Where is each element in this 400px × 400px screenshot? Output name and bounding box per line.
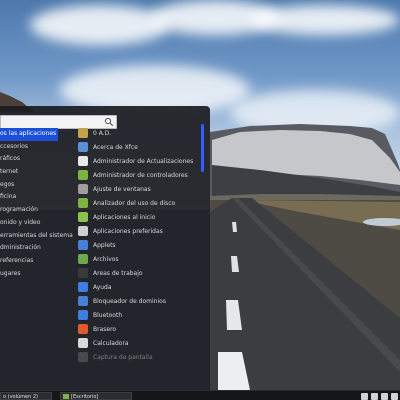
category-label: egos <box>0 180 15 188</box>
app-item[interactable]: Administrador de Actualizaciones <box>78 154 196 168</box>
task-label: [Escritorio] <box>71 394 99 400</box>
category-item[interactable]: ráficos <box>0 153 76 166</box>
app-label: Ayuda <box>93 283 112 291</box>
category-item[interactable]: ficina <box>0 191 76 204</box>
app-label: Captura de pantalla <box>93 353 153 361</box>
folder-icon <box>63 393 69 399</box>
driver-icon <box>78 170 88 180</box>
category-item[interactable]: dministración <box>0 242 76 255</box>
app-label: Administrador de Actualizaciones <box>93 157 194 165</box>
applets-icon <box>78 240 88 250</box>
volume-icon[interactable] <box>371 392 378 400</box>
app-label: Aplicaciones preferidas <box>93 227 163 235</box>
category-item[interactable]: os las aplicaciones <box>0 128 58 141</box>
app-item[interactable]: Acerca de Xfce <box>78 140 196 154</box>
category-label: referencias <box>0 256 34 264</box>
app-label: Calculadora <box>93 339 129 347</box>
category-label: dministración <box>0 244 41 252</box>
taskbar-button-desktop[interactable]: [Escritorio] <box>60 392 132 400</box>
workspaces-icon <box>78 268 88 278</box>
taskbar-button-volume[interactable]: o (volúmen 2) <box>0 392 52 400</box>
category-item[interactable]: egos <box>0 179 76 192</box>
category-item[interactable]: ccesorios <box>0 141 76 154</box>
category-label: ráficos <box>0 155 21 163</box>
application-menu: os las aplicaciones ccesorios ráficos terne… <box>0 106 210 390</box>
category-label: ficina <box>0 193 17 201</box>
task-label: o (volúmen 2) <box>3 394 39 400</box>
category-item[interactable]: referencias <box>0 255 76 268</box>
app-item[interactable]: Archivos <box>78 252 196 266</box>
system-tray <box>361 392 398 400</box>
app-label: Ajuste de ventanas <box>93 185 151 193</box>
category-item[interactable]: erramientas del sistema <box>0 230 76 243</box>
app-label: Brasero <box>93 325 117 333</box>
disk-usage-icon <box>78 198 88 208</box>
category-label: os las aplicaciones <box>0 130 57 137</box>
category-item[interactable]: onido y vídeo <box>0 217 76 230</box>
bottom-panel: o (volúmen 2) [Escritorio] <box>0 390 400 400</box>
app-item[interactable]: 0 A.D. <box>78 126 196 140</box>
scrollbar-thumb[interactable] <box>201 124 204 172</box>
app-label: Bloqueador de dominios <box>93 297 166 305</box>
category-item[interactable]: rogramación <box>0 204 76 217</box>
help-icon <box>78 282 88 292</box>
app-item[interactable]: Applets <box>78 238 196 252</box>
application-list: 0 A.D. Acerca de Xfce Administrador de Act… <box>78 126 196 364</box>
files-icon <box>78 254 88 264</box>
app-item[interactable]: Ayuda <box>78 280 196 294</box>
app-item[interactable]: Analizador del uso de disco <box>78 196 196 210</box>
xfce-about-icon <box>78 142 88 152</box>
app-label: Aplicaciones al inicio <box>93 213 156 221</box>
window-tweaks-icon <box>78 184 88 194</box>
bluetooth-icon <box>78 310 88 320</box>
app-label: Applets <box>93 241 116 249</box>
category-label: ternet <box>0 168 19 176</box>
app-item[interactable]: Captura de pantalla <box>78 350 196 364</box>
startup-apps-icon <box>78 212 88 222</box>
app-item[interactable]: Aplicaciones preferidas <box>78 224 196 238</box>
app-label: Administrador de controladores <box>93 171 188 179</box>
calculator-icon <box>78 338 88 348</box>
brasero-icon <box>78 324 88 334</box>
app-item[interactable]: Aplicaciones al inicio <box>78 210 196 224</box>
app-item[interactable]: Bluetooth <box>78 308 196 322</box>
app-item[interactable]: Calculadora <box>78 336 196 350</box>
category-label: rogramación <box>0 206 38 214</box>
network-icon[interactable] <box>361 392 368 400</box>
app-label: Áreas de trabajo <box>93 269 143 277</box>
battery-icon[interactable] <box>381 392 388 400</box>
category-label: erramientas del sistema <box>0 231 73 239</box>
category-label: ccesorios <box>0 142 29 150</box>
app-item[interactable]: Administrador de controladores <box>78 168 196 182</box>
category-label: ugares <box>0 269 21 277</box>
category-label: onido y vídeo <box>0 218 41 226</box>
category-item[interactable]: ugares <box>0 268 76 281</box>
preferred-apps-icon <box>78 226 88 236</box>
category-item[interactable]: ternet <box>0 166 76 179</box>
app-label: Analizador del uso de disco <box>93 199 176 207</box>
app-label: 0 A.D. <box>93 129 112 137</box>
category-list: os las aplicaciones ccesorios ráficos terne… <box>0 128 76 280</box>
0ad-icon <box>78 128 88 138</box>
app-item[interactable]: Áreas de trabajo <box>78 266 196 280</box>
screenshot-icon <box>78 352 88 362</box>
app-label: Archivos <box>93 255 119 263</box>
app-label: Acerca de Xfce <box>93 143 138 151</box>
domain-blocker-icon <box>78 296 88 306</box>
app-item[interactable]: Bloqueador de dominios <box>78 294 196 308</box>
app-item[interactable]: Brasero <box>78 322 196 336</box>
app-label: Bluetooth <box>93 311 123 319</box>
shield-icon <box>78 156 88 166</box>
clock-icon[interactable] <box>391 392 398 400</box>
app-item[interactable]: Ajuste de ventanas <box>78 182 196 196</box>
